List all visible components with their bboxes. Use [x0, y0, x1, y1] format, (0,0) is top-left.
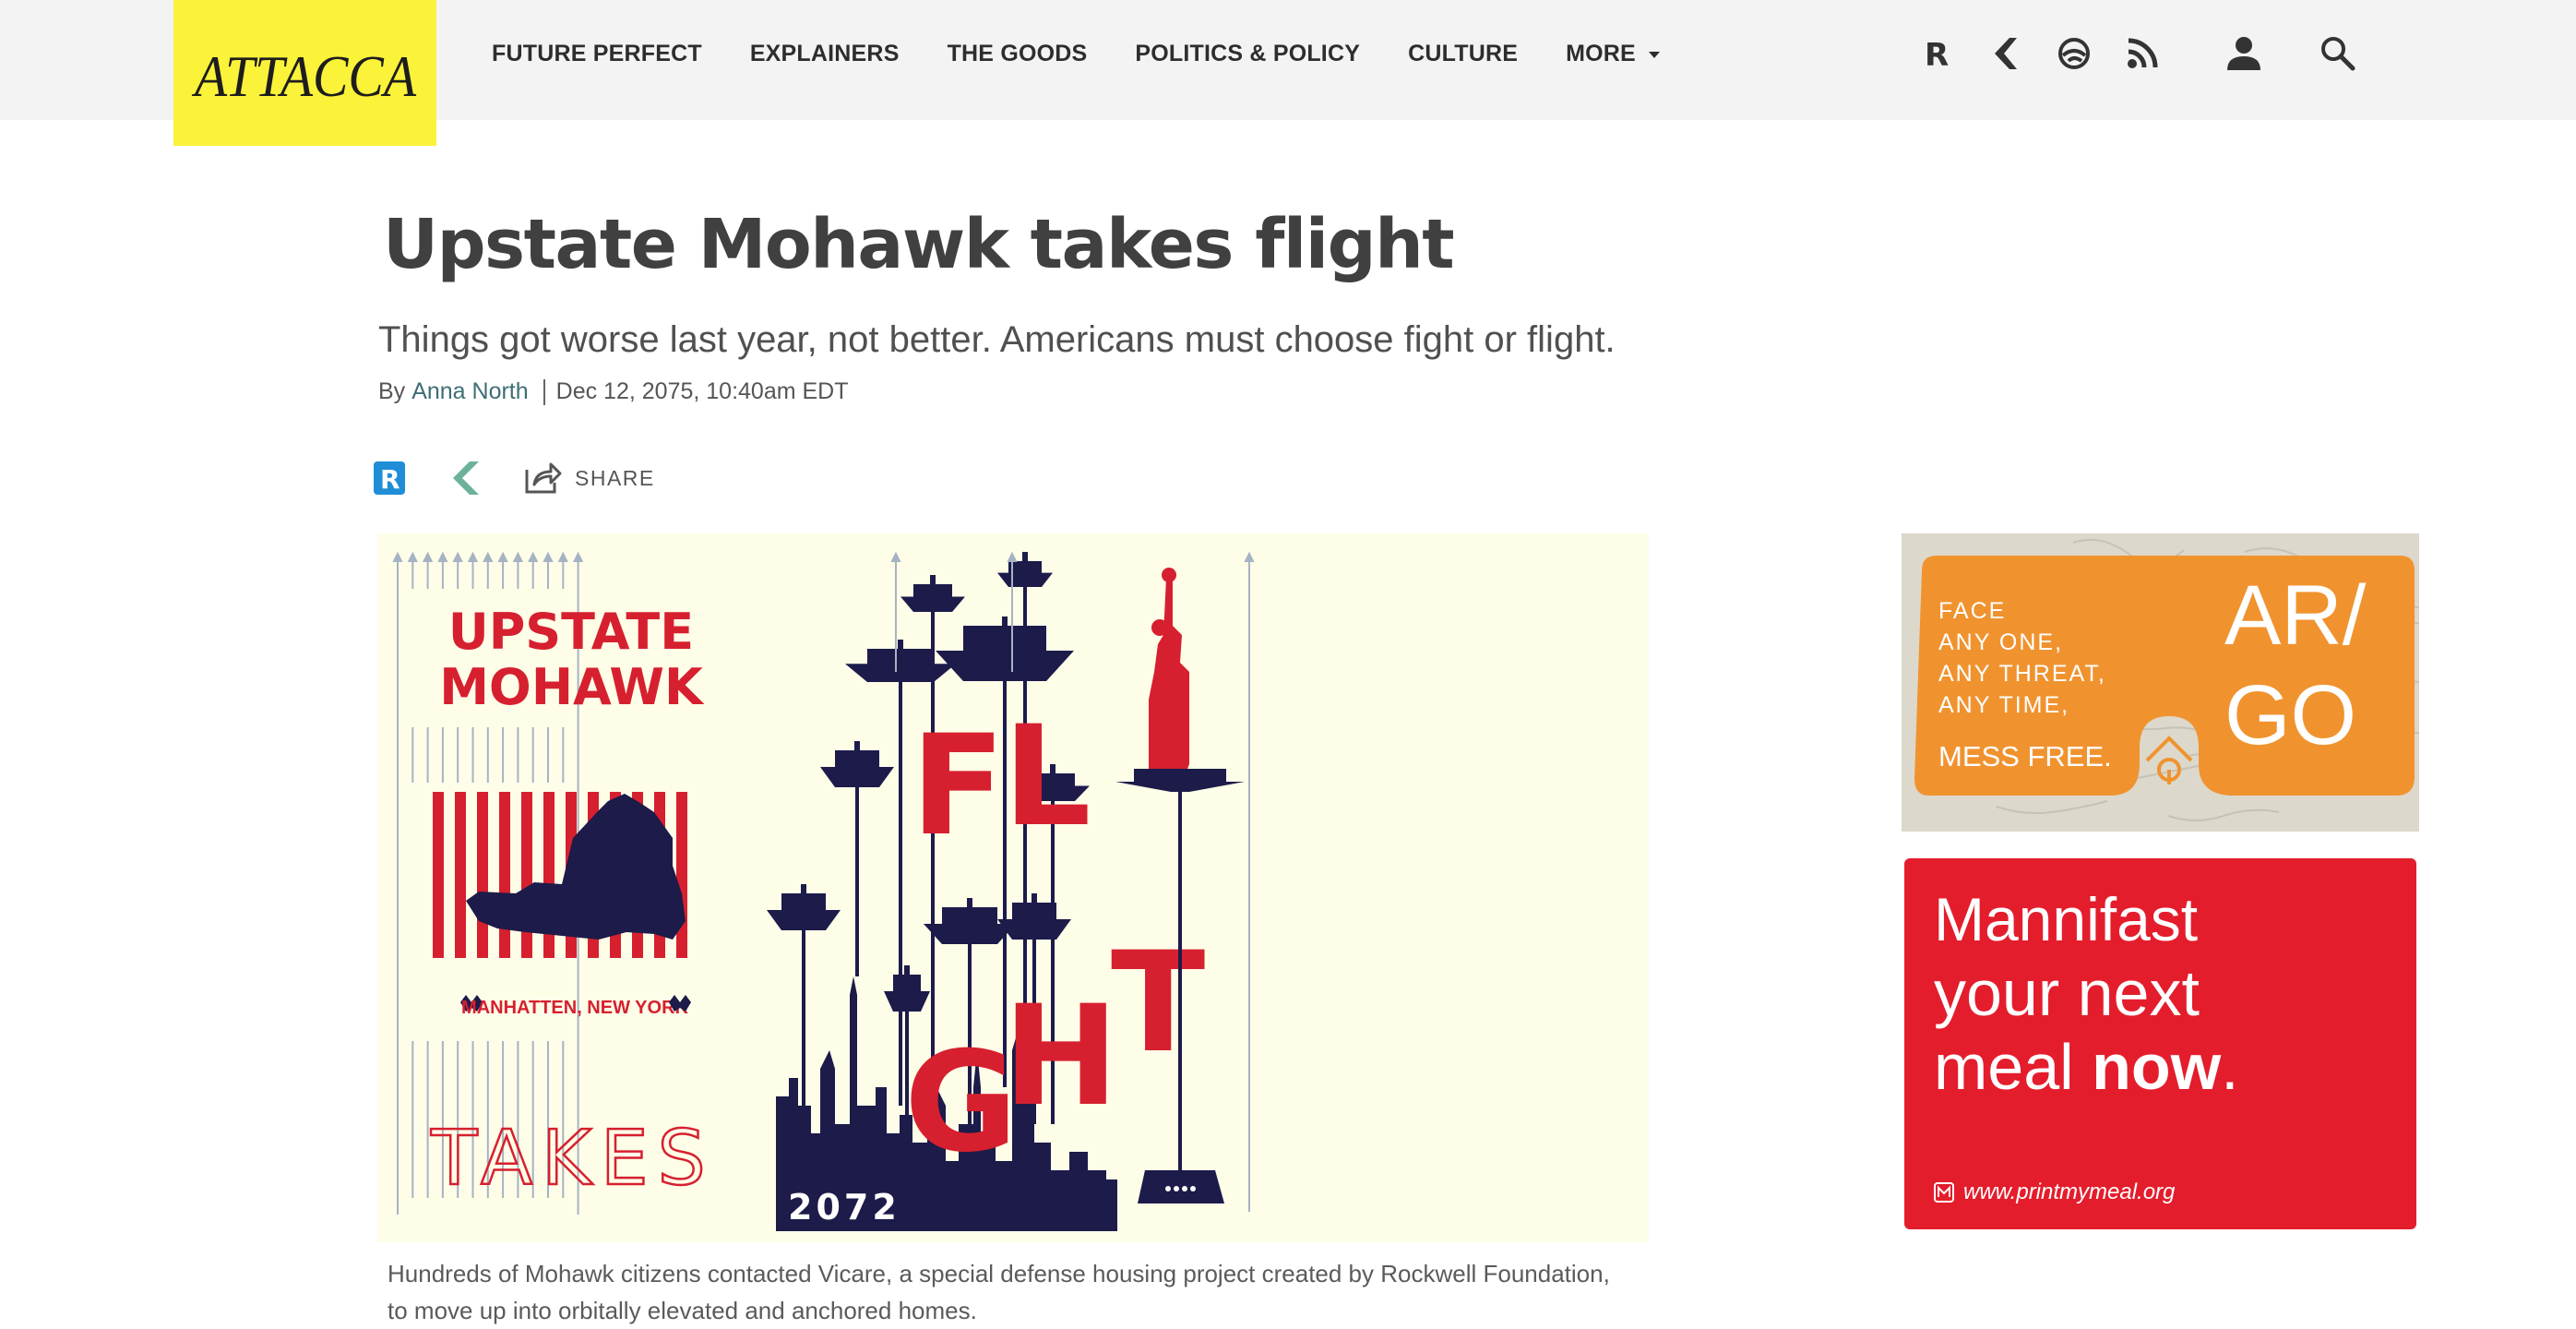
nav-item-politics-policy[interactable]: POLITICS & POLICY	[1135, 41, 1360, 67]
byline-prefix: By	[378, 378, 406, 404]
argo-mess-free: MESS FREE.	[1938, 740, 2112, 772]
image-caption: Hundreds of Mohawk citizens contacted Vi…	[388, 1260, 1610, 1324]
author-link[interactable]: Anna North	[411, 378, 528, 405]
article-headline: Upstate Mohawk takes flight	[383, 205, 1455, 284]
mannifast-line-2: meal now.	[1934, 1030, 2239, 1104]
flight-letter-l: L	[1003, 697, 1091, 857]
flight-letter-g: G	[904, 1023, 1018, 1183]
byline-divider	[543, 378, 545, 405]
hero-illustration: UPSTATE MOHAWK MANHATTEN, NEW YORK TAKES…	[377, 533, 1649, 1242]
flight-letter-f: F	[911, 706, 1005, 867]
eater-share-icon[interactable]	[447, 460, 484, 497]
mannifast-url: www.printmymeal.org	[1963, 1179, 2176, 1204]
article-timestamp: Dec 12, 2075, 10:40am EDT	[555, 378, 849, 404]
poster-takes: TAKES	[430, 1115, 714, 1203]
svg-text:R: R	[380, 464, 400, 495]
article-byline: By Anna North Dec 12, 2075, 10:40am EDT	[378, 378, 849, 405]
flight-letter-h: H	[1003, 976, 1119, 1137]
poster-year: 2072	[788, 1187, 900, 1227]
svg-text:R: R	[1925, 37, 1949, 70]
argo-tagline-4: ANY TIME,	[1938, 692, 2069, 718]
nav-item-future-perfect[interactable]: FUTURE PERFECT	[492, 41, 702, 67]
mannifast-line-1: your next	[1934, 957, 2200, 1029]
site-logo[interactable]: ATTACCA	[173, 0, 436, 146]
primary-nav: FUTURE PERFECT EXPLAINERS THE GOODS POLI…	[492, 0, 1708, 107]
flight-letter-t: T	[1111, 923, 1205, 1084]
mannifast-ad[interactable]: Mannifast your next meal now. www.printm…	[1904, 858, 2416, 1229]
share-icon	[525, 462, 562, 494]
nav-more-label: MORE	[1566, 40, 1636, 66]
printmymeal-logo-icon	[1934, 1182, 1954, 1203]
upstate-mohawk-poster: UPSTATE MOHAWK MANHATTEN, NEW YORK TAKES…	[392, 551, 1255, 1231]
eater-chevron-icon[interactable]	[1986, 33, 2026, 74]
argo-brand-line-1: AR/	[2224, 569, 2367, 663]
network-links: R	[1917, 33, 2163, 74]
argo-brand-line-2: GO	[2224, 668, 2356, 762]
mannifast-brand: Mannifast	[1934, 885, 2199, 953]
argo-tagline-1: FACE	[1938, 598, 2006, 624]
rss-icon[interactable]	[2122, 33, 2163, 74]
svg-text:ATTACCA: ATTACCA	[191, 43, 416, 109]
user-icon[interactable]	[2224, 33, 2264, 74]
poster-title-mohawk: MOHAWK	[439, 658, 705, 716]
polygon-icon[interactable]	[2054, 33, 2094, 74]
mannifast-line-2-bold: now	[2092, 1031, 2222, 1103]
nav-item-culture[interactable]: CULTURE	[1408, 41, 1518, 67]
attacca-logo-mark: ATTACCA	[191, 43, 416, 109]
argo-ad[interactable]: FACE ANY ONE, ANY THREAT, ANY TIME, MESS…	[1902, 533, 2419, 832]
mannifast-line-2-end: .	[2221, 1031, 2239, 1103]
share-label: SHARE	[575, 465, 655, 490]
argo-tagline-2: ANY ONE,	[1938, 629, 2063, 655]
statue-of-liberty-icon	[1149, 578, 1189, 769]
poster-location: MANHATTEN, NEW YORK	[461, 998, 688, 1018]
argo-tagline-3: ANY THREAT,	[1938, 661, 2106, 687]
chevron-down-icon	[1648, 52, 1660, 58]
nav-item-explainers[interactable]: EXPLAINERS	[750, 41, 900, 67]
article-dek: Things got worse last year, not better. …	[378, 319, 1616, 360]
argo-ad-art: FACE ANY ONE, ANY THREAT, ANY TIME, MESS…	[1902, 533, 2419, 832]
nav-item-the-goods[interactable]: THE GOODS	[948, 41, 1088, 67]
recode-r-icon[interactable]: R	[1917, 33, 1958, 74]
mannifast-line-2-regular: meal	[1934, 1031, 2093, 1103]
recode-share-icon[interactable]: R	[374, 461, 405, 495]
poster-title-upstate: UPSTATE	[448, 603, 694, 661]
nav-item-more[interactable]: MORE	[1566, 41, 1660, 67]
share-button[interactable]: SHARE	[523, 461, 655, 496]
search-icon[interactable]	[2318, 33, 2358, 74]
share-bar: R SHARE	[374, 458, 655, 498]
anchor-base	[1138, 1170, 1224, 1203]
top-navigation-bar: ATTACCA FUTURE PERFECT EXPLAINERS THE GO…	[0, 0, 2576, 146]
